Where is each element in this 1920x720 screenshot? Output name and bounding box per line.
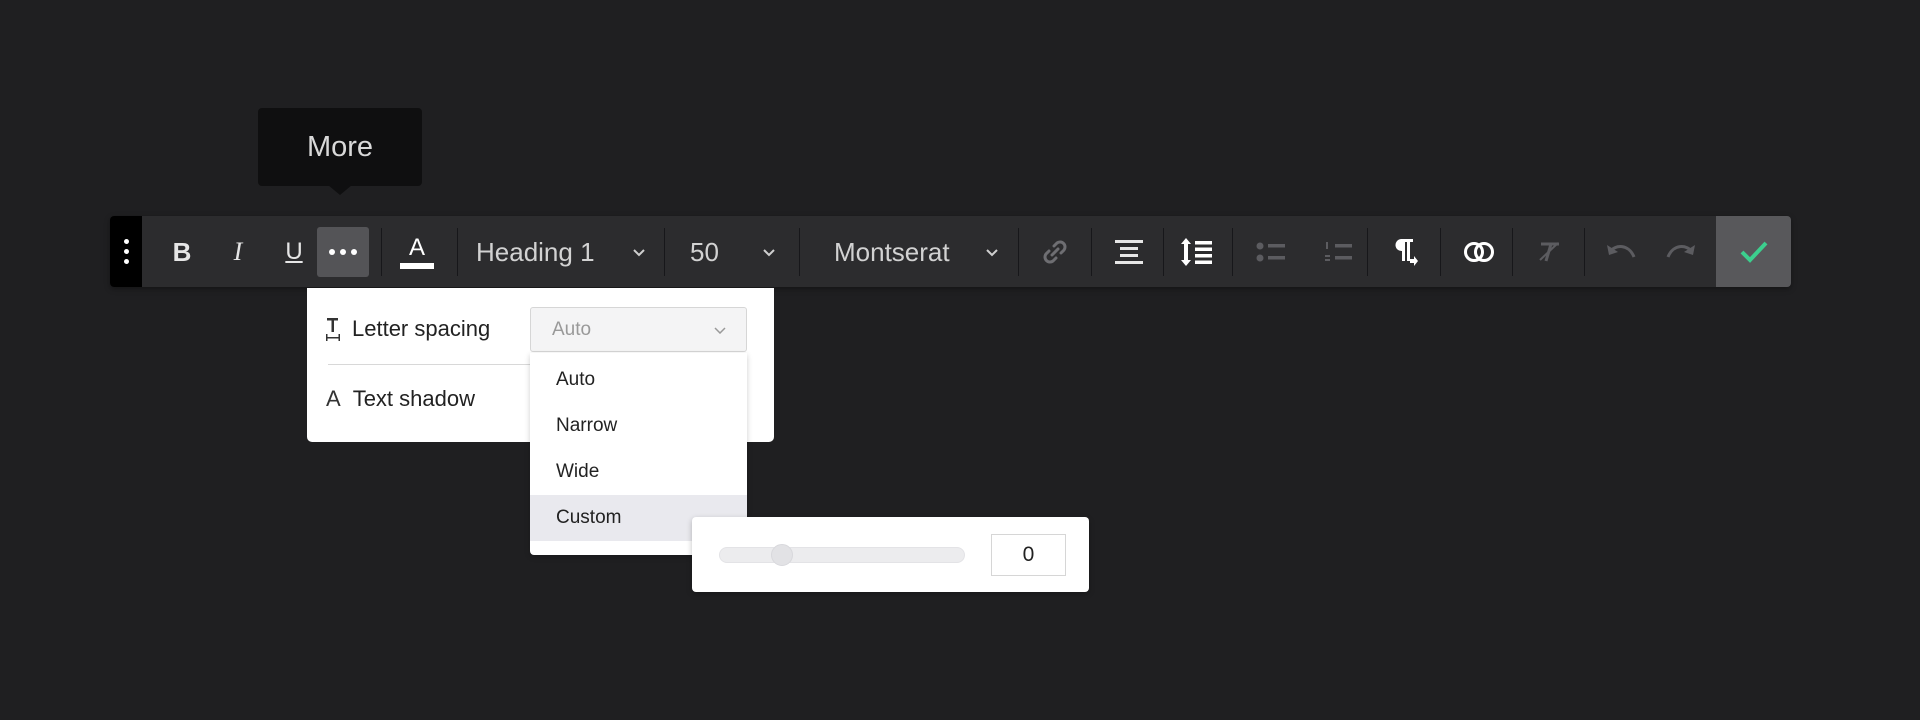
spacing-slider-track[interactable] <box>719 547 965 563</box>
double-circle-icon <box>1464 242 1494 262</box>
spacing-slider-thumb[interactable] <box>771 544 793 566</box>
paragraph-style-value: Heading 1 <box>476 236 595 267</box>
chevron-down-icon <box>714 326 726 334</box>
chevron-down-icon <box>763 249 775 257</box>
italic-button[interactable]: I <box>218 227 258 277</box>
text-shadow-icon: A <box>326 386 341 411</box>
text-color-swatch <box>400 262 434 269</box>
drag-handle-icon[interactable] <box>110 216 142 287</box>
align-center-icon <box>1115 240 1143 264</box>
bullet-list-icon <box>1256 242 1285 262</box>
option-auto[interactable]: Auto <box>530 357 747 403</box>
letter-spacing-select[interactable]: Auto <box>530 307 747 352</box>
letter-spacing-select-value: Auto <box>552 318 592 340</box>
numbered-list-icon <box>1325 242 1352 261</box>
panel-divider <box>328 364 538 365</box>
option-narrow[interactable]: Narrow <box>530 403 747 449</box>
link-button[interactable] <box>1033 227 1077 277</box>
more-tooltip: More <box>258 108 422 186</box>
text-shadow-label: Text shadow <box>352 386 475 411</box>
clear-formatting-icon <box>1539 242 1559 262</box>
text-shadow-row[interactable]: A Text shadow <box>326 386 475 412</box>
custom-spacing-popup: 0 <box>692 517 1089 592</box>
link-icon <box>1043 240 1067 264</box>
pilcrow-icon <box>1395 239 1418 266</box>
more-button[interactable] <box>317 227 369 277</box>
redo-button[interactable] <box>1658 227 1702 277</box>
font-family-dropdown[interactable]: Montserat <box>834 227 999 277</box>
text-effects-button[interactable] <box>1456 227 1502 277</box>
redo-icon <box>1666 245 1695 258</box>
text-toolbar: B I U A Heading 1 50 Montserat <box>110 216 1791 287</box>
letter-spacing-label: Letter spacing <box>352 316 491 341</box>
paragraph-direction-button[interactable] <box>1383 227 1427 277</box>
checkmark-icon <box>1740 241 1767 263</box>
letter-spacing-icon <box>326 318 340 341</box>
option-wide[interactable]: Wide <box>530 449 747 495</box>
more-dots-icon <box>329 249 357 255</box>
confirm-button[interactable] <box>1716 216 1791 287</box>
line-height-icon <box>1181 238 1212 266</box>
bullet-list-button[interactable] <box>1249 227 1293 277</box>
numbered-list-button[interactable] <box>1316 227 1360 277</box>
undo-button[interactable] <box>1600 227 1644 277</box>
text-color-button[interactable]: A <box>395 227 439 277</box>
underline-button[interactable]: U <box>274 227 314 277</box>
font-size-dropdown[interactable]: 50 <box>690 227 776 277</box>
chevron-down-icon <box>986 249 998 257</box>
font-family-value: Montserat <box>834 236 950 267</box>
text-color-icon: A <box>408 233 425 261</box>
font-size-value: 50 <box>690 236 719 267</box>
chevron-down-icon <box>633 249 645 257</box>
align-center-button[interactable] <box>1107 227 1151 277</box>
clear-formatting-button[interactable] <box>1528 227 1572 277</box>
letter-spacing-row: Letter spacing <box>326 316 490 342</box>
paragraph-style-dropdown[interactable]: Heading 1 <box>476 227 646 277</box>
tooltip-arrow <box>328 185 352 195</box>
spacing-value-input[interactable]: 0 <box>991 534 1066 576</box>
line-height-button[interactable] <box>1175 227 1219 277</box>
undo-icon <box>1607 245 1636 258</box>
bold-button[interactable]: B <box>162 227 202 277</box>
